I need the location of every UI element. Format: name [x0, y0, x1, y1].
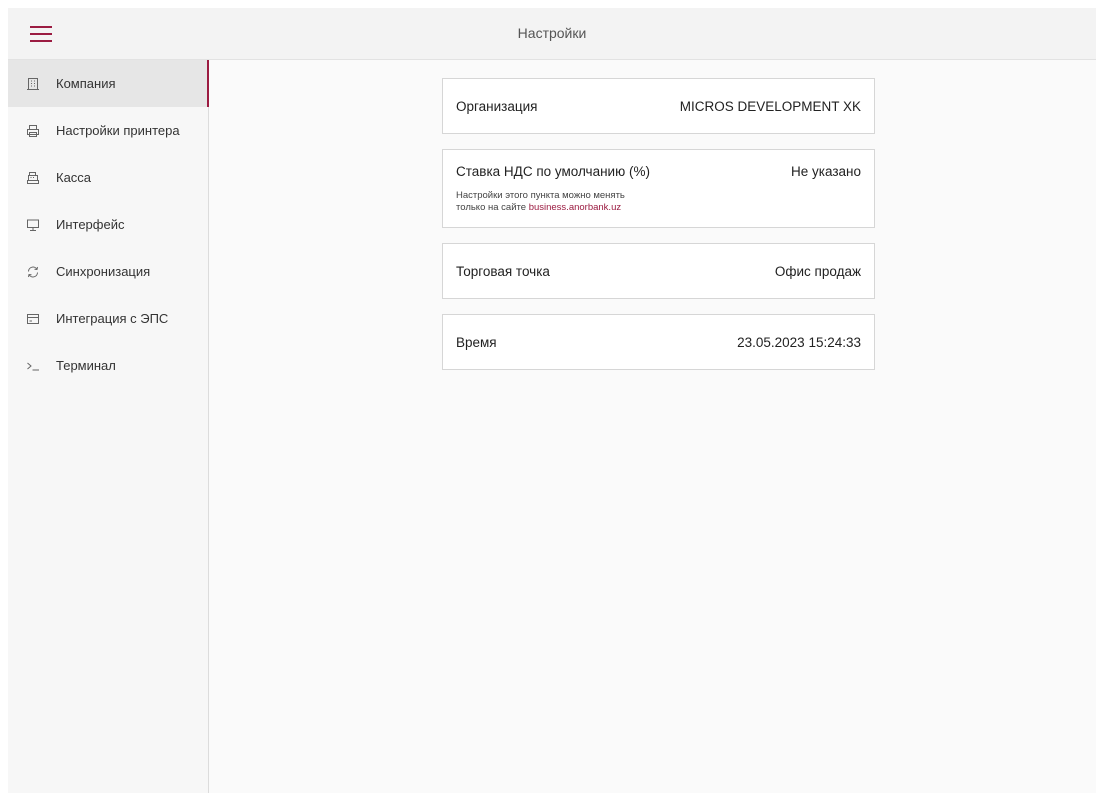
sidebar-item-sync[interactable]: Синхронизация	[8, 248, 208, 295]
organization-label: Организация	[456, 98, 538, 114]
vat-rate-note-line1: Настройки этого пункта можно менять	[456, 190, 625, 201]
organization-value: MICROS DEVELOPMENT XK	[679, 98, 861, 114]
sidebar-item-label: Интеграция с ЭПС	[56, 311, 169, 326]
vat-rate-note: Настройки этого пункта можно менять толь…	[443, 190, 874, 214]
page-title: Настройки	[517, 25, 587, 41]
sidebar-item-label: Компания	[56, 76, 116, 91]
cash-register-icon	[26, 171, 40, 185]
time-label: Время	[456, 334, 497, 350]
business-site-link[interactable]: business.anorbank.uz	[529, 202, 621, 213]
vat-rate-note-line2: только на сайте business.anorbank.uz	[456, 202, 861, 214]
vat-rate-card[interactable]: Ставка НДС по умолчанию (%) Не указано Н…	[442, 149, 875, 228]
vat-rate-label: Ставка НДС по умолчанию (%)	[456, 163, 650, 179]
card-icon	[26, 312, 40, 326]
sidebar-item-terminal[interactable]: Терминал	[8, 342, 208, 389]
sidebar-item-label: Настройки принтера	[56, 123, 180, 138]
time-card[interactable]: Время 23.05.2023 15:24:33	[442, 314, 875, 370]
sidebar-item-label: Касса	[56, 170, 92, 185]
top-bar: Настройки	[8, 8, 1096, 60]
organization-card[interactable]: Организация MICROS DEVELOPMENT XK	[442, 78, 875, 134]
terminal-icon	[26, 359, 40, 373]
sidebar-item-cashbox[interactable]: Касса	[8, 154, 208, 201]
building-icon	[26, 77, 40, 91]
sales-point-card[interactable]: Торговая точка Офис продаж	[442, 243, 875, 299]
time-value: 23.05.2023 15:24:33	[737, 334, 861, 350]
main-content: Организация MICROS DEVELOPMENT XK Ставка…	[209, 60, 1096, 793]
vat-rate-value: Не указано	[791, 163, 861, 179]
sidebar-item-label: Синхронизация	[56, 264, 151, 279]
sidebar-item-eps-integration[interactable]: Интеграция с ЭПС	[8, 295, 208, 342]
sidebar-item-printer-settings[interactable]: Настройки принтера	[8, 107, 208, 154]
sync-icon	[26, 265, 40, 279]
printer-icon	[26, 124, 40, 138]
vat-rate-note-prefix: только на сайте	[456, 202, 529, 213]
sales-point-value: Офис продаж	[774, 263, 861, 279]
sidebar-item-label: Интерфейс	[56, 217, 125, 232]
sidebar-item-company[interactable]: Компания	[8, 60, 210, 107]
monitor-icon	[26, 218, 40, 232]
sales-point-label: Торговая точка	[456, 263, 550, 279]
sidebar-item-interface[interactable]: Интерфейс	[8, 201, 208, 248]
sidebar: Компания Настройки принтера Касса Интерф…	[8, 60, 210, 793]
sidebar-item-label: Терминал	[56, 358, 116, 373]
